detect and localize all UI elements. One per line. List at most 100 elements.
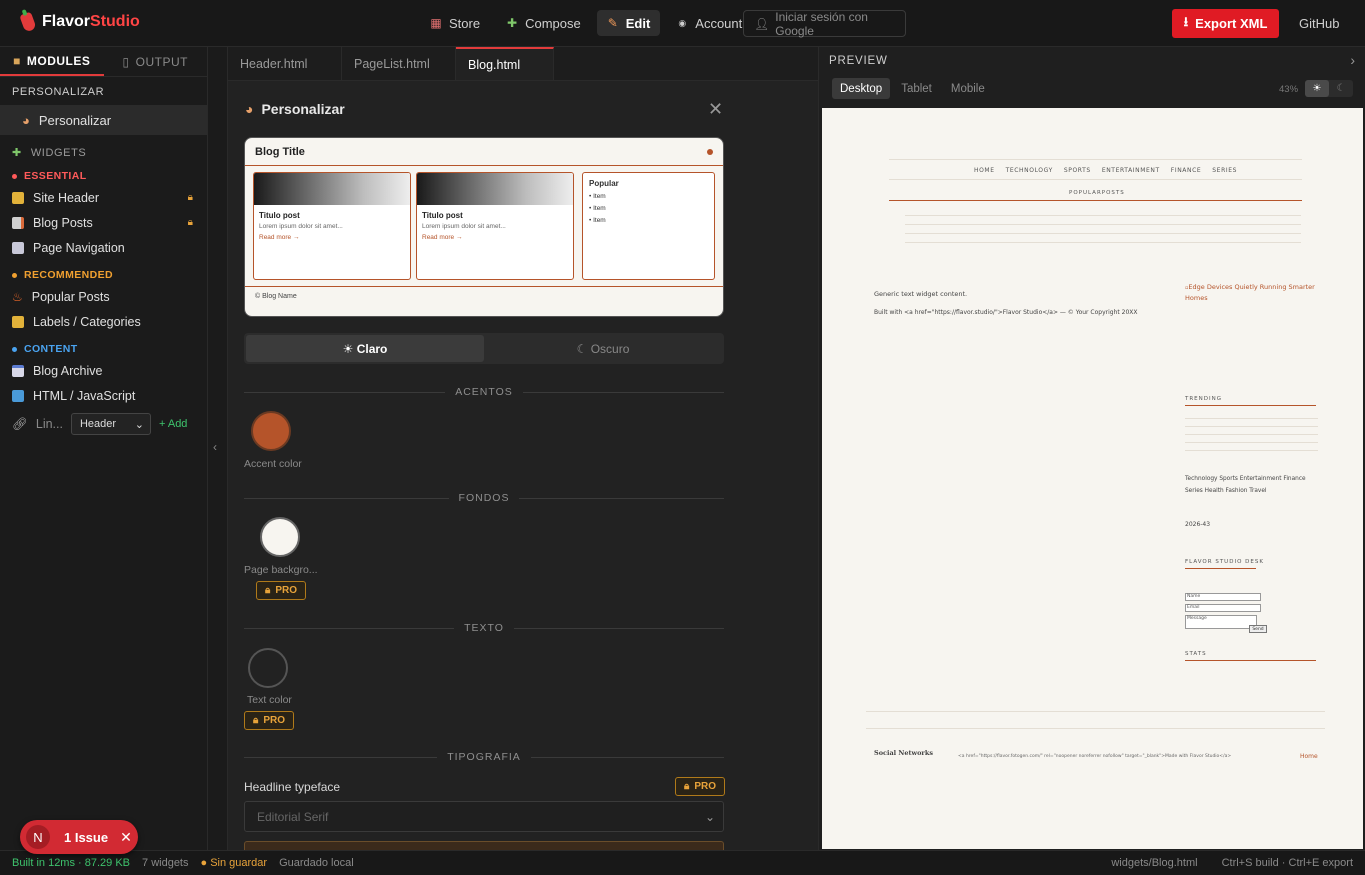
text-color-swatch[interactable] [248, 648, 288, 688]
document-icon: ▯ [122, 54, 130, 69]
list-item: • Item [589, 205, 606, 212]
blog-nav-item[interactable]: ENTERTAINMENT [1102, 167, 1160, 174]
sidebar-tabs: ■ MODULES ▯ OUTPUT [0, 47, 207, 77]
placeholder-line [1185, 442, 1318, 443]
blog-nav-item[interactable]: HOME [974, 167, 995, 174]
background-color-label: Page backgro... [244, 564, 318, 576]
add-link-button[interactable]: + Add [159, 418, 187, 430]
close-icon[interactable]: ✕ [120, 829, 132, 846]
sidebar-item-blog-archive[interactable]: Blog Archive [0, 358, 207, 383]
pro-badge[interactable]: 🔒︎ PRO [244, 711, 294, 730]
blog-nav-item[interactable]: SERIES [1212, 167, 1237, 174]
divider [1185, 568, 1256, 569]
tab-header-html[interactable]: Header.html [228, 47, 342, 80]
widget-count: 7 widgets [142, 857, 189, 869]
sun-icon[interactable]: ☀ [1305, 80, 1329, 97]
section-label: TEXTO [464, 622, 504, 634]
headline-typeface-select[interactable]: Editorial Serif ⌄ [244, 801, 724, 832]
dot-icon [707, 148, 713, 155]
file-tabs: Header.html PageList.html Blog.html [228, 47, 818, 81]
nav-account[interactable]: ◉ Account [666, 10, 752, 36]
post-image [417, 173, 573, 205]
fire-icon: ♨ [12, 289, 23, 304]
divider [889, 159, 1302, 160]
contact-message-input[interactable]: Message [1185, 615, 1257, 629]
moon-icon[interactable]: ☾ [1329, 80, 1353, 97]
contact-name-input[interactable]: Name [1185, 593, 1261, 601]
background-color-swatch[interactable] [260, 517, 300, 557]
link-list-row: 🔗︎ Lin... Header ⌄ + Add [0, 412, 207, 436]
theme-light-button[interactable]: ☀ Claro [246, 335, 484, 362]
brand-logo[interactable]: FlavorStudio [19, 11, 140, 33]
link-placement-select[interactable]: Header ⌄ [70, 413, 151, 435]
preview-blog-title: Blog Title [255, 145, 305, 158]
sidebar-item-html-js[interactable]: HTML / JavaScript [0, 383, 207, 408]
device-mobile[interactable]: Mobile [943, 78, 993, 99]
chili-icon [19, 11, 37, 33]
list-item: • Item [589, 217, 606, 224]
preview-post-card: Titulo post Lorem ipsum dolor sit amet..… [416, 172, 574, 280]
github-link[interactable]: GitHub [1299, 16, 1339, 31]
sidebar-item-site-header[interactable]: Site Header 🔒︎ [0, 185, 207, 210]
export-xml-button[interactable]: ⭳ Export XML [1172, 9, 1279, 38]
theme-dark-button[interactable]: ☾ Oscuro [484, 335, 722, 362]
link-placement-value: Header [79, 418, 117, 430]
nav-store[interactable]: ▦ Store [420, 10, 490, 36]
sidebar-item-popular-posts[interactable]: ♨ Popular Posts [0, 284, 207, 309]
device-tablet[interactable]: Tablet [893, 78, 940, 99]
placeholder-line [1185, 434, 1318, 435]
blog-nav-item[interactable]: FINANCE [1171, 167, 1201, 174]
preview-panel: PREVIEW › Desktop Tablet Mobile 43% ☀ ☾ … [818, 47, 1365, 850]
placeholder-line [905, 224, 1301, 225]
nav-compose[interactable]: ✚ Compose [496, 10, 591, 36]
section-texto: TEXTO [244, 621, 724, 635]
google-signin-button[interactable]: 👤︎ Iniciar sesión con Google [743, 9, 906, 38]
link-icon: 🔗︎ [12, 416, 28, 431]
preview-card-body: Titulo post Lorem ipsum dolor sit amet..… [253, 172, 716, 280]
tab-pagelist-html[interactable]: PageList.html [342, 47, 456, 80]
tab-blog-html[interactable]: Blog.html [456, 47, 554, 80]
contact-email-input[interactable]: Email [1185, 604, 1261, 612]
sidebar-item-page-navigation[interactable]: Page Navigation [0, 235, 207, 260]
footer-code-text: <a href="https://flavor.fotogen.com/" re… [958, 754, 1232, 759]
headline-typeface-label: Headline typeface [244, 780, 341, 794]
nav-edit[interactable]: ✎ Edit [596, 10, 661, 36]
brand-name-accent: Studio [90, 13, 140, 30]
desk-heading: FLAVOR STUDIO DESK [1185, 559, 1264, 565]
pro-badge[interactable]: 🔒︎ PRO [675, 777, 725, 796]
footer-home-link[interactable]: Home [1300, 753, 1318, 760]
pro-badge[interactable]: 🔒︎ PRO [256, 581, 306, 600]
labels-line: Technology Sports Entertainment Finance [1185, 476, 1306, 482]
social-networks-heading: Social Networks [874, 749, 933, 757]
section-tipografia: TIPOGRAFIA [244, 750, 724, 764]
issue-badge[interactable]: N 1 Issue ✕ [20, 820, 138, 854]
blog-nav-item[interactable]: SPORTS [1064, 167, 1091, 174]
contact-send-button[interactable]: Send [1249, 625, 1267, 633]
issue-count: 1 Issue [64, 829, 109, 845]
blog-nav-item[interactable]: TECHNOLOGY [1006, 167, 1053, 174]
google-signin-label: Iniciar sesión con Google [775, 9, 868, 38]
post-excerpt: Lorem ipsum dolor sit amet... [422, 223, 506, 230]
lock-icon: 🔒︎ [187, 192, 193, 203]
accent-color-swatch[interactable] [251, 411, 291, 451]
status-right: widgets/Blog.html Ctrl+S build · Ctrl+E … [1111, 857, 1353, 869]
tab-output[interactable]: ▯ OUTPUT [104, 47, 208, 76]
sidebar-item-labels[interactable]: Labels / Categories [0, 309, 207, 334]
close-icon[interactable]: ✕ [708, 99, 723, 120]
category-label: ESSENTIAL [24, 170, 87, 182]
sidebar-item-personalizar[interactable]: ◕ Personalizar [0, 105, 207, 135]
section-fondos: FONDOS [244, 491, 724, 505]
blog-preview: HOME TECHNOLOGY SPORTS ENTERTAINMENT FIN… [822, 108, 1363, 849]
device-desktop[interactable]: Desktop [832, 78, 891, 99]
post-image [254, 173, 410, 205]
tab-modules[interactable]: ■ MODULES [0, 47, 104, 76]
chevron-right-icon[interactable]: › [1350, 52, 1355, 68]
placeholder-line [905, 233, 1301, 234]
sidebar-collapse-handle[interactable]: ‹ [208, 47, 228, 850]
broken-image-alt: ▫Edge Devices Quietly Running Smarter Ho… [1185, 282, 1315, 303]
blog-nav: HOME TECHNOLOGY SPORTS ENTERTAINMENT FIN… [974, 167, 1237, 174]
sidebar-item-blog-posts[interactable]: Blog Posts 🔒︎ [0, 210, 207, 235]
laptop-icon [12, 389, 24, 402]
accent-color-label: Accent color [244, 458, 302, 470]
archive-link[interactable]: 2026-43 [1185, 521, 1210, 528]
